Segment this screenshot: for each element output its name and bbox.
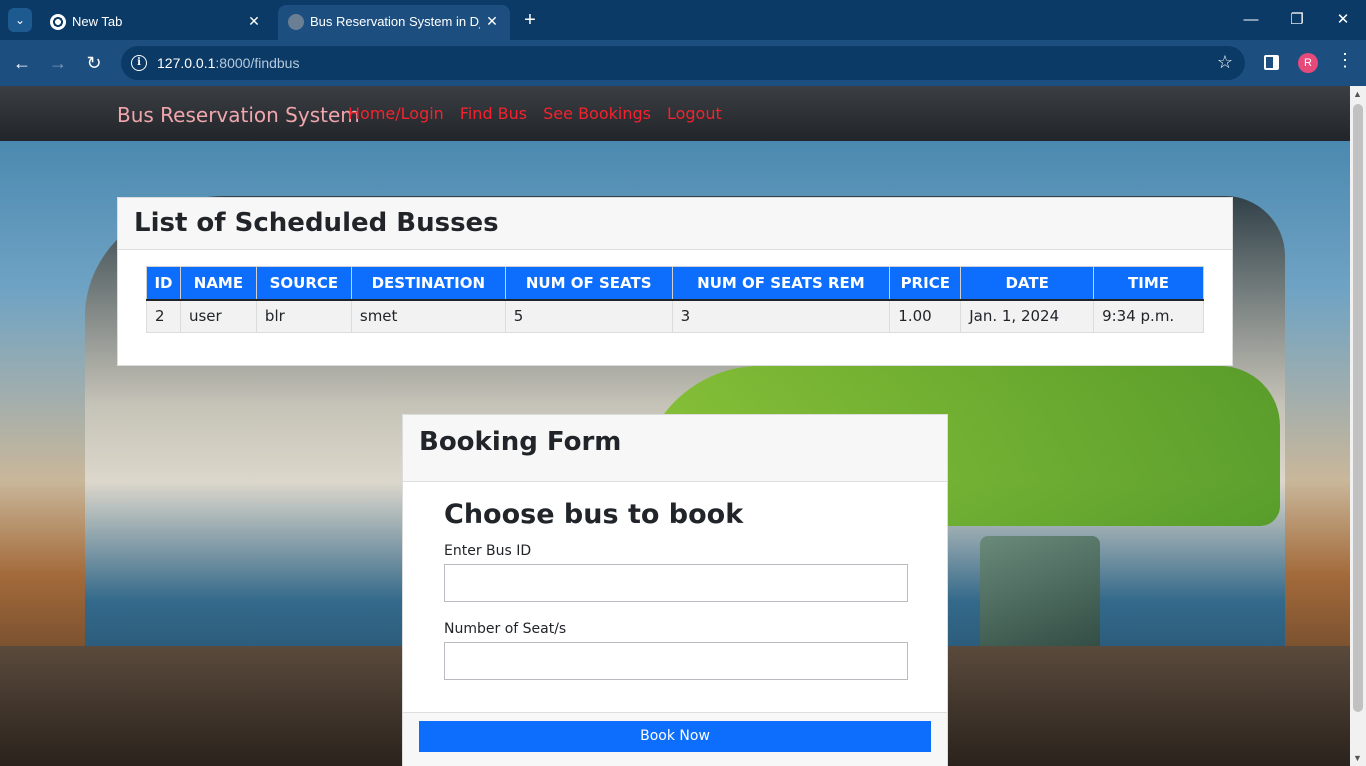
chrome-icon bbox=[50, 14, 66, 30]
cell-destination: smet bbox=[350, 299, 506, 333]
busses-table: ID NAME SOURCE DESTINATION NUM OF SEATS … bbox=[146, 266, 1204, 333]
seats-input[interactable] bbox=[444, 642, 908, 680]
column-header-destination: DESTINATION bbox=[350, 266, 506, 301]
book-now-button[interactable]: Book Now bbox=[419, 721, 931, 752]
cell-num-seats: 5 bbox=[504, 299, 673, 333]
nav-logout[interactable]: Logout bbox=[667, 104, 722, 123]
restore-icon[interactable]: ❐ bbox=[1274, 0, 1320, 40]
close-tab-icon[interactable]: ✕ bbox=[244, 11, 264, 31]
column-header-source: SOURCE bbox=[255, 266, 352, 301]
scroll-down-arrow-icon[interactable]: ▼ bbox=[1353, 753, 1362, 763]
url-text[interactable]: 127.0.0.1:8000/findbus bbox=[157, 55, 299, 71]
bus-id-label: Enter Bus ID bbox=[444, 543, 532, 559]
nav-links: Home/Login Find Bus See Bookings Logout bbox=[348, 104, 722, 123]
browser-tab-bar: ⌄ New Tab ✕ Bus Reservation System in Dj… bbox=[0, 0, 1366, 40]
column-header-id: ID bbox=[146, 266, 181, 301]
column-header-time: TIME bbox=[1093, 266, 1204, 301]
brand-link[interactable]: Bus Reservation System bbox=[117, 103, 360, 127]
kebab-menu-icon[interactable]: ⋮ bbox=[1336, 50, 1354, 71]
cell-num-seats-rem: 3 bbox=[671, 299, 891, 333]
form-footer: Book Now bbox=[403, 712, 947, 766]
scroll-thumb[interactable] bbox=[1353, 104, 1363, 712]
nav-find-bus[interactable]: Find Bus bbox=[460, 104, 527, 123]
table-row: 2 user blr smet 5 3 1.00 Jan. 1, 2024 9:… bbox=[146, 299, 1204, 333]
tab-title: New Tab bbox=[72, 14, 123, 29]
column-header-price: PRICE bbox=[889, 266, 962, 301]
card-title: Booking Form bbox=[419, 427, 622, 457]
card-header: List of Scheduled Busses bbox=[118, 198, 1232, 250]
page-viewport: Bus Reservation System Home/Login Find B… bbox=[0, 86, 1366, 766]
close-window-icon[interactable]: ✕ bbox=[1320, 0, 1366, 40]
card-title: List of Scheduled Busses bbox=[134, 208, 499, 238]
reload-icon[interactable]: ↻ bbox=[81, 50, 107, 76]
form-heading: Choose bus to book bbox=[444, 499, 744, 530]
minimize-icon[interactable]: — bbox=[1228, 0, 1274, 40]
column-header-date: DATE bbox=[960, 266, 1095, 301]
column-header-num-seats-rem: NUM OF SEATS REM bbox=[671, 266, 891, 301]
new-tab-plus-icon[interactable]: + bbox=[518, 9, 542, 33]
close-tab-icon[interactable]: ✕ bbox=[482, 11, 502, 31]
bus-window bbox=[980, 536, 1100, 656]
page-scrollbar[interactable]: ▲ ▼ bbox=[1350, 86, 1366, 766]
cell-time: 9:34 p.m. bbox=[1093, 299, 1204, 333]
column-header-num-seats: NUM OF SEATS bbox=[504, 266, 673, 301]
nav-see-bookings[interactable]: See Bookings bbox=[543, 104, 651, 123]
browser-toolbar: ← → ↻ i 127.0.0.1:8000/findbus ☆ R ⋮ bbox=[0, 40, 1366, 86]
globe-icon bbox=[288, 14, 304, 30]
seats-label: Number of Seat/s bbox=[444, 621, 567, 637]
bus-id-input[interactable] bbox=[444, 564, 908, 602]
tab-title: Bus Reservation System in Django bbox=[310, 14, 480, 29]
side-panel-icon[interactable] bbox=[1264, 55, 1279, 70]
site-navbar: Bus Reservation System Home/Login Find B… bbox=[0, 86, 1350, 141]
cell-id: 2 bbox=[146, 299, 181, 333]
tab-search-chevron-icon[interactable]: ⌄ bbox=[8, 8, 32, 32]
scheduled-busses-card: List of Scheduled Busses ID NAME SOURCE … bbox=[117, 197, 1233, 366]
booking-form-card: Booking Form Choose bus to book Enter Bu… bbox=[402, 414, 948, 766]
column-header-name: NAME bbox=[179, 266, 257, 301]
scroll-up-arrow-icon[interactable]: ▲ bbox=[1353, 89, 1362, 99]
site-info-icon[interactable]: i bbox=[131, 55, 147, 71]
nav-home-login[interactable]: Home/Login bbox=[348, 104, 444, 123]
tab-new-tab[interactable]: New Tab ✕ bbox=[40, 5, 272, 40]
cell-date: Jan. 1, 2024 bbox=[960, 299, 1095, 333]
address-bar[interactable]: i 127.0.0.1:8000/findbus ☆ bbox=[121, 46, 1245, 80]
table-header-row: ID NAME SOURCE DESTINATION NUM OF SEATS … bbox=[146, 266, 1204, 301]
cell-price: 1.00 bbox=[889, 299, 962, 333]
cell-source: blr bbox=[255, 299, 352, 333]
tab-bus-reservation[interactable]: Bus Reservation System in Django ✕ bbox=[278, 5, 510, 40]
forward-arrow-icon[interactable]: → bbox=[45, 50, 71, 76]
bookmark-star-icon[interactable]: ☆ bbox=[1217, 52, 1233, 73]
back-arrow-icon[interactable]: ← bbox=[9, 50, 35, 76]
card-header: Booking Form bbox=[403, 415, 947, 482]
cell-name: user bbox=[179, 299, 257, 333]
profile-avatar[interactable]: R bbox=[1298, 53, 1318, 73]
